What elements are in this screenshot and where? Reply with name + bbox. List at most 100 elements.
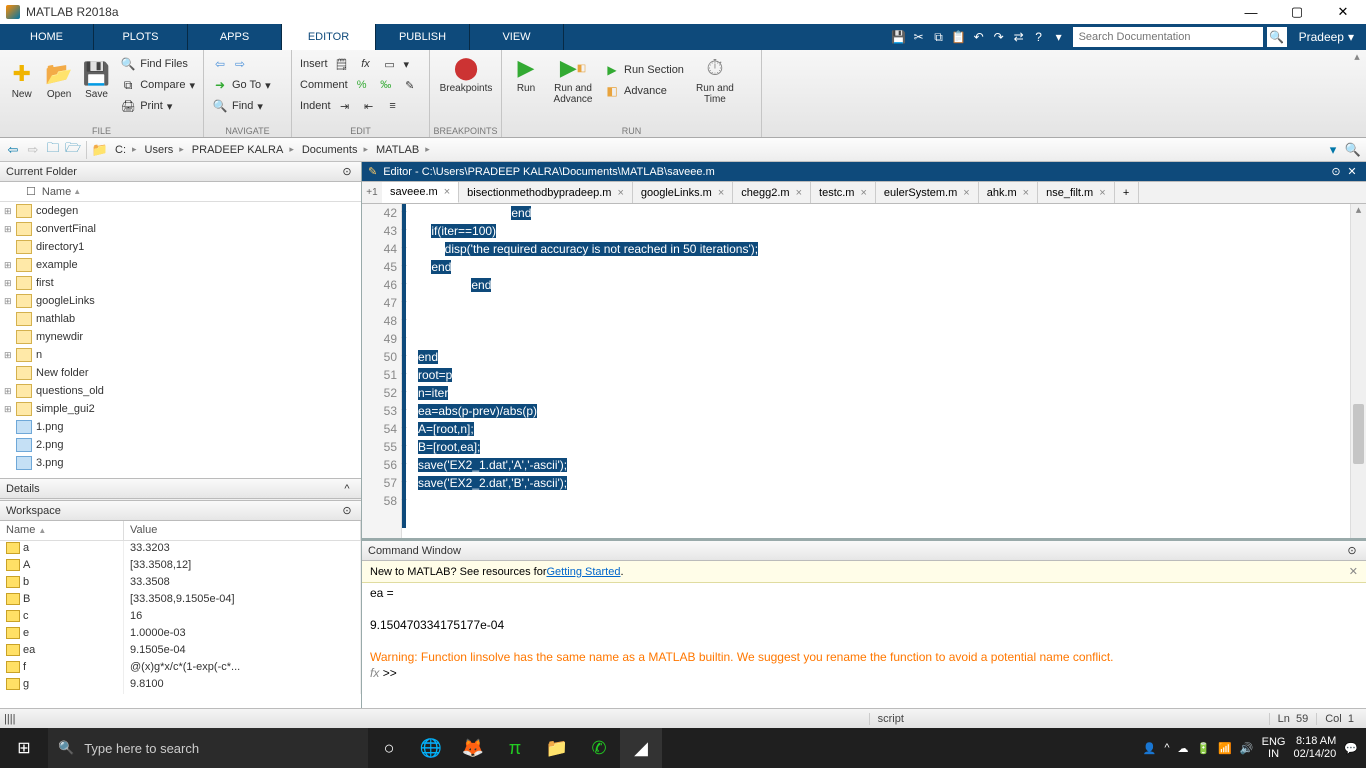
file-row[interactable]: ⊞convertFinal <box>0 220 361 238</box>
run-advance-button[interactable]: ▶◧Run and Advance <box>548 52 598 105</box>
nav-arrows[interactable]: ⇦⇨ <box>208 54 287 74</box>
up-folder-icon[interactable]: 🗀 <box>44 141 62 159</box>
workspace-var[interactable]: ea9.1505e-04 <box>0 643 361 660</box>
file-row[interactable]: directory1 <box>0 238 361 256</box>
chrome-icon[interactable]: 🌐 <box>410 728 452 768</box>
panel-menu-icon[interactable]: ⊙ <box>1344 543 1360 559</box>
file-row[interactable]: ⊞first <box>0 274 361 292</box>
editor-tab[interactable]: saveee.m× <box>382 182 459 203</box>
save-icon[interactable]: 💾 <box>889 27 909 47</box>
tab-add-button[interactable]: + <box>1115 182 1139 203</box>
editor-tab[interactable]: chegg2.m× <box>733 182 811 203</box>
details-expand-icon[interactable]: ^ <box>339 481 355 497</box>
search-doc-input[interactable] <box>1073 27 1263 47</box>
help-icon[interactable]: ? <box>1029 27 1049 47</box>
editor-tab[interactable]: eulerSystem.m× <box>876 182 979 203</box>
new-button[interactable]: ✚New <box>4 52 39 116</box>
browse-icon[interactable]: 🗁 <box>64 141 82 159</box>
cortana-icon[interactable]: ○ <box>368 728 410 768</box>
copy-icon[interactable]: ⧉ <box>929 27 949 47</box>
breadcrumb[interactable]: MATLAB <box>372 144 434 156</box>
user-button[interactable]: Pradeep ▾ <box>1287 30 1366 44</box>
tab-publish[interactable]: PUBLISH <box>376 24 470 50</box>
editor-tab[interactable]: bisectionmethodbypradeep.m× <box>459 182 633 203</box>
tab-close-icon[interactable]: × <box>1099 187 1105 199</box>
battery-icon[interactable]: 🔋 <box>1197 742 1211 755</box>
status-pause-icon[interactable]: |||| <box>4 713 15 725</box>
advance-button[interactable]: ◧Advance <box>600 81 688 101</box>
find-files-button[interactable]: 🔍Find Files <box>116 54 199 74</box>
code-editor[interactable]: 4243444546474849505152535455565758 end i… <box>362 204 1366 538</box>
workspace-var[interactable]: B[33.3508,9.1505e-04] <box>0 592 361 609</box>
save-button[interactable]: 💾Save <box>79 52 114 116</box>
volume-icon[interactable]: 🔊 <box>1240 742 1254 755</box>
file-header[interactable]: ☐ Name ▲ <box>0 182 361 202</box>
onedrive-icon[interactable]: ☁ <box>1178 742 1189 755</box>
close-button[interactable]: ✕ <box>1320 0 1366 24</box>
find-button[interactable]: 🔍Find ▾ <box>208 96 287 116</box>
tab-home[interactable]: HOME <box>0 24 94 50</box>
file-row[interactable]: ⊞simple_gui2 <box>0 400 361 418</box>
workspace-var[interactable]: a33.3203 <box>0 541 361 558</box>
breadcrumb[interactable]: PRADEEP KALRA <box>188 144 298 156</box>
file-row[interactable]: 2.png <box>0 436 361 454</box>
tab-close-icon[interactable]: × <box>718 187 724 199</box>
cut-icon[interactable]: ✂ <box>909 27 929 47</box>
file-row[interactable]: 3.png <box>0 454 361 472</box>
matlab-taskbar-icon[interactable]: ◢ <box>620 728 662 768</box>
compare-button[interactable]: ⧉Compare ▾ <box>116 75 199 95</box>
language-indicator[interactable]: ENGIN <box>1262 736 1286 760</box>
tab-plots[interactable]: PLOTS <box>94 24 188 50</box>
workspace-var[interactable]: b33.3508 <box>0 575 361 592</box>
editor-tab[interactable]: googleLinks.m× <box>633 182 733 203</box>
tab-apps[interactable]: APPS <box>188 24 282 50</box>
comment-button[interactable]: Comment %‰✎ <box>296 75 425 95</box>
clock[interactable]: 8:18 AM02/14/20 <box>1293 735 1336 761</box>
search-icon[interactable]: 🔍 <box>1267 27 1287 47</box>
breadcrumb[interactable]: Users <box>141 144 188 156</box>
people-icon[interactable]: 👤 <box>1143 742 1157 755</box>
file-browser[interactable]: ☐ Name ▲ ⊞codegen⊞convertFinaldirectory1… <box>0 182 361 478</box>
folder-icon[interactable]: 📁 <box>91 141 109 159</box>
paste-icon[interactable]: 📋 <box>949 27 969 47</box>
undo-icon[interactable]: ↶ <box>969 27 989 47</box>
fx-icon[interactable]: fx <box>370 666 379 680</box>
editor-tab[interactable]: nse_filt.m× <box>1038 182 1115 203</box>
addr-dropdown-icon[interactable]: ▾ <box>1324 141 1342 159</box>
file-row[interactable]: mathlab <box>0 310 361 328</box>
tab-view[interactable]: VIEW <box>470 24 564 50</box>
dropdown-icon[interactable]: ▾ <box>1049 27 1069 47</box>
panel-menu-icon[interactable]: ⊙ <box>339 164 355 180</box>
system-tray[interactable]: 👤 ^ ☁ 🔋 📶 🔊 ENGIN 8:18 AM02/14/20 💬 <box>1143 735 1366 761</box>
editor-tab[interactable]: testc.m× <box>811 182 876 203</box>
run-section-button[interactable]: ▶Run Section <box>600 60 688 80</box>
taskbar-search[interactable]: 🔍 Type here to search <box>48 728 368 768</box>
addr-search-icon[interactable]: 🔍 <box>1344 141 1362 159</box>
run-button[interactable]: ▶Run <box>506 52 546 105</box>
workspace-var[interactable]: e1.0000e-03 <box>0 626 361 643</box>
file-row[interactable]: ⊞example <box>0 256 361 274</box>
panel-menu-icon[interactable]: ⊙ <box>1328 164 1344 180</box>
back-button[interactable]: ⇦ <box>4 141 22 159</box>
banner-close-icon[interactable]: ✕ <box>1349 565 1358 578</box>
wifi-icon[interactable]: 📶 <box>1218 742 1232 755</box>
file-row[interactable]: 1.png <box>0 418 361 436</box>
file-row[interactable]: New folder <box>0 364 361 382</box>
breakpoints-button[interactable]: ⬤Breakpoints <box>434 52 498 105</box>
tab-close-icon[interactable]: × <box>963 187 969 199</box>
workspace-var[interactable]: A[33.3508,12] <box>0 558 361 575</box>
breadcrumb[interactable]: C: <box>111 144 141 156</box>
tray-up-icon[interactable]: ^ <box>1164 742 1169 754</box>
run-time-button[interactable]: ⏱Run and Time <box>690 52 740 105</box>
panel-menu-icon[interactable]: ⊙ <box>339 503 355 519</box>
start-button[interactable]: ⊞ <box>0 728 48 768</box>
workspace-var[interactable]: g9.8100 <box>0 677 361 694</box>
panel-close-icon[interactable]: ✕ <box>1344 164 1360 180</box>
workspace-header[interactable]: Name ▲ Value <box>0 521 361 541</box>
notifications-icon[interactable]: 💬 <box>1344 742 1358 755</box>
editor-tab[interactable]: ahk.m× <box>979 182 1038 203</box>
breadcrumb[interactable]: Documents <box>298 144 372 156</box>
tab-close-icon[interactable]: × <box>444 186 450 198</box>
workspace-var[interactable]: c16 <box>0 609 361 626</box>
getting-started-link[interactable]: Getting Started <box>546 566 620 578</box>
